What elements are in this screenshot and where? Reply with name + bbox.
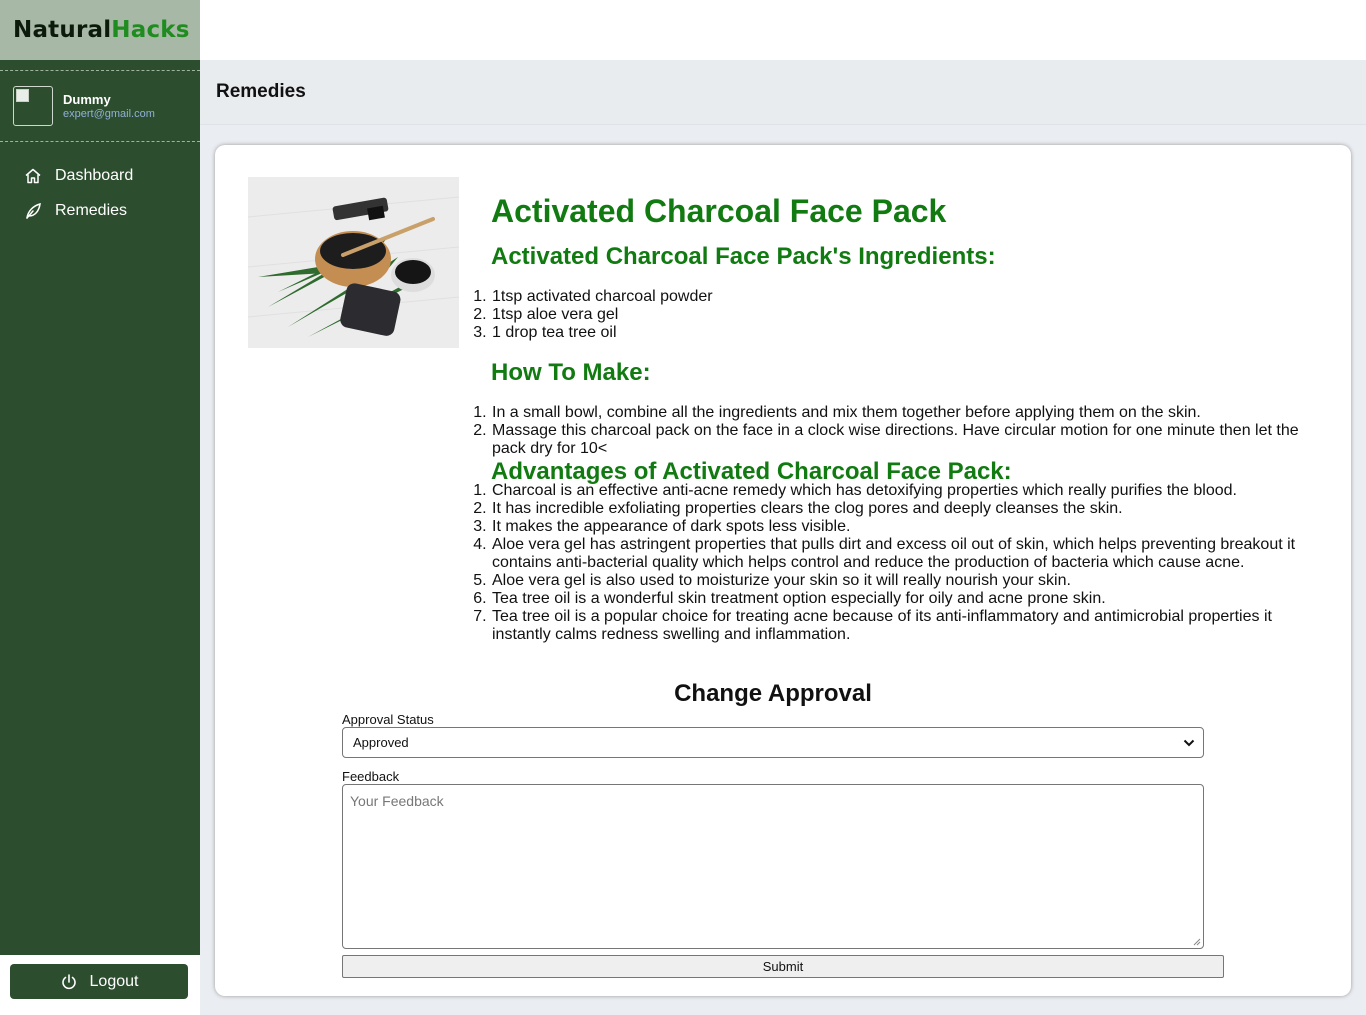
chevron-down-icon — [1183, 735, 1195, 750]
ingredients-list: 1tsp activated charcoal powder 1tsp aloe… — [491, 288, 1321, 342]
logout-button[interactable]: Logout — [10, 964, 188, 999]
list-item: It has incredible exfoliating properties… — [491, 500, 1321, 518]
list-item: 1 drop tea tree oil — [491, 324, 1321, 342]
sidebar: NaturalHacks Dummy expert@gmail.com Dash… — [0, 0, 200, 1015]
logout-area: Logout — [0, 955, 200, 1015]
list-item: 1tsp activated charcoal powder — [491, 288, 1321, 306]
brand-name-part1: Natural — [13, 17, 112, 43]
approval-status-value: Approved — [353, 735, 409, 750]
brand-name-part2: Hacks — [111, 17, 190, 43]
remedy-content: Activated Charcoal Face Pack Activated C… — [491, 193, 1321, 644]
sidebar-item-label: Dashboard — [55, 166, 134, 184]
sidebar-item-remedies[interactable]: Remedies — [0, 193, 200, 228]
remedy-card: Activated Charcoal Face Pack Activated C… — [215, 145, 1351, 996]
ingredients-heading: Activated Charcoal Face Pack's Ingredien… — [491, 243, 996, 270]
list-item: Aloe vera gel is also used to moisturize… — [491, 572, 1321, 590]
resize-grip-icon[interactable] — [1192, 937, 1201, 946]
advantages-list: Charcoal is an effective anti-acne remed… — [491, 482, 1321, 644]
leaf-icon — [24, 202, 42, 220]
list-item: Charcoal is an effective anti-acne remed… — [491, 482, 1321, 500]
list-item: Tea tree oil is a wonderful skin treatme… — [491, 590, 1321, 608]
list-item: 1tsp aloe vera gel — [491, 306, 1321, 324]
feedback-textarea[interactable]: Your Feedback — [342, 784, 1204, 949]
sidebar-nav: Dashboard Remedies — [0, 158, 200, 228]
list-item: Massage this charcoal pack on the face i… — [491, 422, 1321, 458]
remedy-title: Activated Charcoal Face Pack — [491, 193, 947, 229]
approval-form: Change Approval Approval Status Approved… — [342, 676, 1204, 949]
sidebar-item-dashboard[interactable]: Dashboard — [0, 158, 200, 193]
submit-label: Submit — [762, 959, 804, 974]
feedback-placeholder: Your Feedback — [350, 793, 444, 809]
page-title: Remedies — [216, 81, 306, 102]
list-item: Tea tree oil is a popular choice for tre… — [491, 608, 1321, 644]
logout-label: Logout — [89, 972, 139, 990]
approval-status-select[interactable]: Approved — [342, 727, 1204, 758]
top-bar — [200, 0, 1366, 60]
sidebar-item-label: Remedies — [55, 201, 128, 219]
remedy-image — [248, 177, 459, 348]
user-name: Dummy — [63, 92, 111, 107]
approval-status-label: Approval Status — [342, 712, 434, 727]
list-item: It makes the appearance of dark spots le… — [491, 518, 1321, 536]
steps-list: In a small bowl, combine all the ingredi… — [491, 404, 1321, 458]
avatar — [13, 86, 53, 126]
how-to-make-heading: How To Make: — [491, 359, 651, 386]
brand-logo[interactable]: NaturalHacks — [0, 0, 200, 60]
list-item: In a small bowl, combine all the ingredi… — [491, 404, 1321, 422]
approval-heading: Change Approval — [674, 680, 872, 707]
submit-button[interactable]: Submit — [342, 955, 1224, 978]
feedback-label: Feedback — [342, 769, 400, 784]
user-profile: Dummy expert@gmail.com — [0, 70, 200, 142]
user-email: expert@gmail.com — [63, 108, 155, 120]
power-icon — [60, 973, 78, 991]
home-icon — [24, 167, 42, 185]
list-item: Aloe vera gel has astringent properties … — [491, 536, 1321, 572]
page-header: Remedies — [200, 60, 1366, 125]
